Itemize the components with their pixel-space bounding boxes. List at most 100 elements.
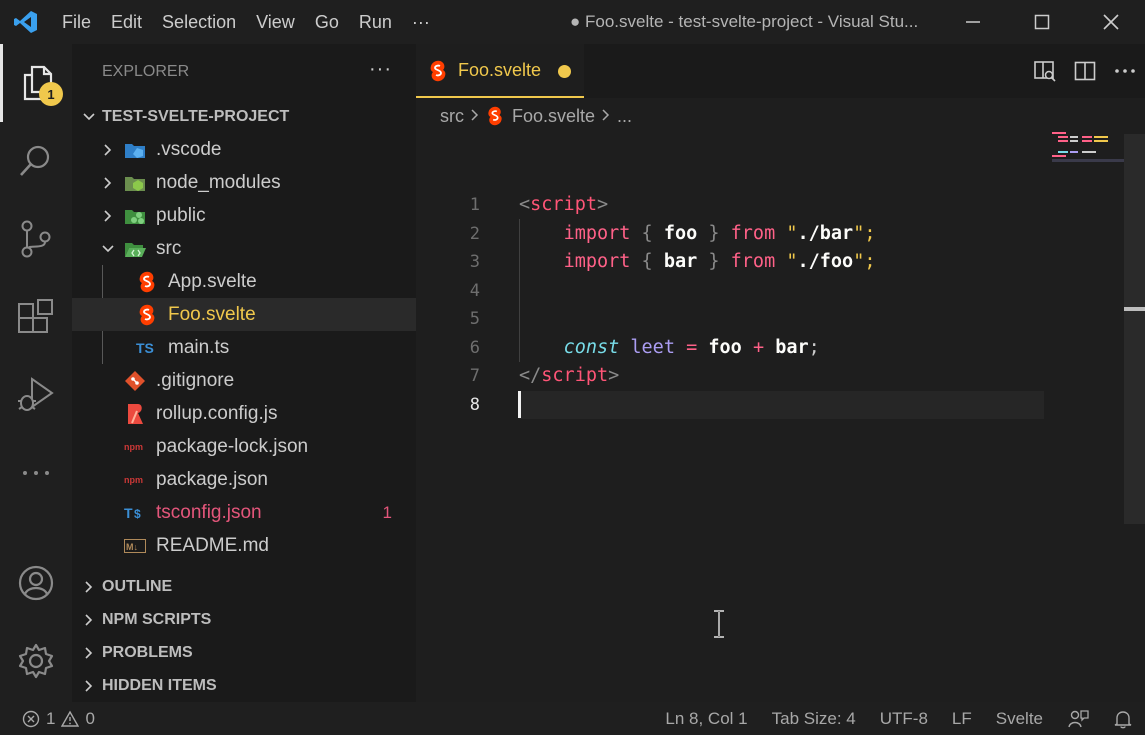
notifications-button[interactable] xyxy=(1101,702,1145,735)
tree-item-node-modules[interactable]: node_modules xyxy=(72,166,416,199)
token: > xyxy=(596,194,609,215)
vertical-scrollbar[interactable] xyxy=(1124,134,1145,524)
tree-item-gitignore[interactable]: .gitignore xyxy=(72,364,416,397)
tree-item-package-lock[interactable]: npm package-lock.json xyxy=(72,430,416,463)
tab-foo-svelte[interactable]: Foo.svelte xyxy=(416,44,584,98)
tree-item-vscode[interactable]: .vscode xyxy=(72,133,416,166)
breadcrumb-symbol[interactable]: ... xyxy=(617,106,632,127)
maximize-button[interactable] xyxy=(1007,0,1076,44)
token: bar xyxy=(775,336,809,358)
markdown-file-icon: M↓ xyxy=(124,535,146,557)
npm-file-icon: npm xyxy=(124,436,146,458)
tree-item-label: .gitignore xyxy=(156,369,235,391)
explorer-activity-button[interactable]: 1 xyxy=(0,44,72,122)
token: from xyxy=(730,222,776,244)
activity-bar: 1 xyxy=(0,44,72,702)
chevron-right-icon xyxy=(80,611,98,629)
menu-file[interactable]: File xyxy=(52,0,101,44)
run-debug-activity-button[interactable] xyxy=(0,356,72,434)
split-editor-button[interactable] xyxy=(1065,44,1105,98)
svg-text:TS: TS xyxy=(136,340,154,356)
editor-more-actions-button[interactable] xyxy=(1105,44,1145,98)
token: { xyxy=(630,222,664,244)
open-preview-button[interactable] xyxy=(1025,44,1065,98)
tree-item-app-svelte[interactable]: App.svelte xyxy=(72,265,416,298)
outline-section-header[interactable]: OUTLINE xyxy=(72,570,416,603)
menu-view[interactable]: View xyxy=(246,0,305,44)
unsaved-dot-icon[interactable] xyxy=(558,65,571,78)
project-section-header[interactable]: TEST-SVELTE-PROJECT xyxy=(72,100,416,133)
line-number: 3 xyxy=(469,252,480,272)
token: script xyxy=(541,365,609,386)
end-of-line[interactable]: LF xyxy=(940,702,984,735)
close-icon xyxy=(1102,14,1119,30)
language-mode[interactable]: Svelte xyxy=(984,702,1055,735)
chevron-right-icon xyxy=(80,677,98,695)
tree-item-tsconfig[interactable]: T $ tsconfig.json 1 xyxy=(72,496,416,529)
token: foo xyxy=(663,222,698,244)
preview-icon xyxy=(1034,61,1056,82)
tree-item-label: .vscode xyxy=(156,138,222,160)
search-icon xyxy=(20,145,50,176)
tab-label: Foo.svelte xyxy=(458,59,542,80)
tree-item-public[interactable]: public xyxy=(72,199,416,232)
cursor-position[interactable]: Ln 8, Col 1 xyxy=(653,702,759,735)
line-number-current: 8 xyxy=(469,394,480,415)
menu-go[interactable]: Go xyxy=(305,0,349,44)
menu-more[interactable]: ··· xyxy=(402,0,440,44)
code-lines: <script> import { foo } from "./bar"; im… xyxy=(519,191,1044,419)
search-activity-button[interactable] xyxy=(0,122,72,200)
minimap[interactable] xyxy=(1052,130,1124,170)
tab-size[interactable]: Tab Size: 4 xyxy=(760,702,868,735)
typescript-file-icon: TS xyxy=(136,337,158,359)
source-control-activity-button[interactable] xyxy=(0,200,72,278)
explorer-more-actions[interactable]: ··· xyxy=(369,58,392,81)
source-control-icon xyxy=(21,220,51,258)
tree-item-readme[interactable]: M↓ README.md xyxy=(72,529,416,562)
warning-count: 0 xyxy=(85,708,95,728)
line-number: 7 xyxy=(469,366,480,386)
token: "; xyxy=(853,222,876,244)
line-number: 1 xyxy=(469,195,480,215)
accounts-button[interactable] xyxy=(0,544,72,622)
run-debug-icon xyxy=(18,377,54,411)
more-activity-button[interactable] xyxy=(0,434,72,512)
problems-section-header[interactable]: PROBLEMS xyxy=(72,636,416,669)
svg-text:npm: npm xyxy=(124,475,143,485)
line-number-gutter: 1 2 3 4 5 6 7 8 xyxy=(416,191,496,419)
chevron-right-icon xyxy=(99,141,117,159)
feedback-button[interactable] xyxy=(1055,702,1101,735)
maximize-icon xyxy=(1034,14,1049,30)
hidden-items-section-header[interactable]: HIDDEN ITEMS xyxy=(72,669,416,702)
npm-scripts-section-header[interactable]: NPM SCRIPTS xyxy=(72,603,416,636)
section-label: OUTLINE xyxy=(102,577,173,595)
tree-item-main-ts[interactable]: TS main.ts xyxy=(72,331,416,364)
tree-item-package-json[interactable]: npm package.json xyxy=(72,463,416,496)
menu-edit[interactable]: Edit xyxy=(101,0,152,44)
tree-item-label: App.svelte xyxy=(168,270,257,292)
close-button[interactable] xyxy=(1076,0,1145,44)
code-line-1: <script> xyxy=(519,191,1044,220)
tree-item-label: package-lock.json xyxy=(156,435,309,457)
vscode-folder-icon xyxy=(124,139,146,161)
token: } xyxy=(697,222,731,244)
tree-item-foo-svelte[interactable]: Foo.svelte xyxy=(72,298,416,331)
tree-item-rollup-config[interactable]: rollup.config.js xyxy=(72,397,416,430)
breadcrumb-file[interactable]: Foo.svelte xyxy=(512,106,595,127)
bell-icon xyxy=(1114,710,1132,728)
token: const xyxy=(563,336,620,358)
problems-status[interactable]: 1 0 xyxy=(22,702,95,735)
token: ./foo xyxy=(797,251,854,272)
manage-button[interactable] xyxy=(0,622,72,700)
collapsed-sections: OUTLINE NPM SCRIPTS PROBLEMS HIDDEN ITEM… xyxy=(72,570,416,702)
chevron-right-icon xyxy=(470,106,480,127)
breadcrumb-src[interactable]: src xyxy=(440,106,464,127)
token: ./bar xyxy=(797,222,854,244)
tree-item-src[interactable]: src xyxy=(72,232,416,265)
menu-run[interactable]: Run xyxy=(349,0,402,44)
encoding[interactable]: UTF-8 xyxy=(868,702,940,735)
minimize-button[interactable] xyxy=(938,0,1007,44)
menu-selection[interactable]: Selection xyxy=(152,0,246,44)
extensions-activity-button[interactable] xyxy=(0,278,72,356)
